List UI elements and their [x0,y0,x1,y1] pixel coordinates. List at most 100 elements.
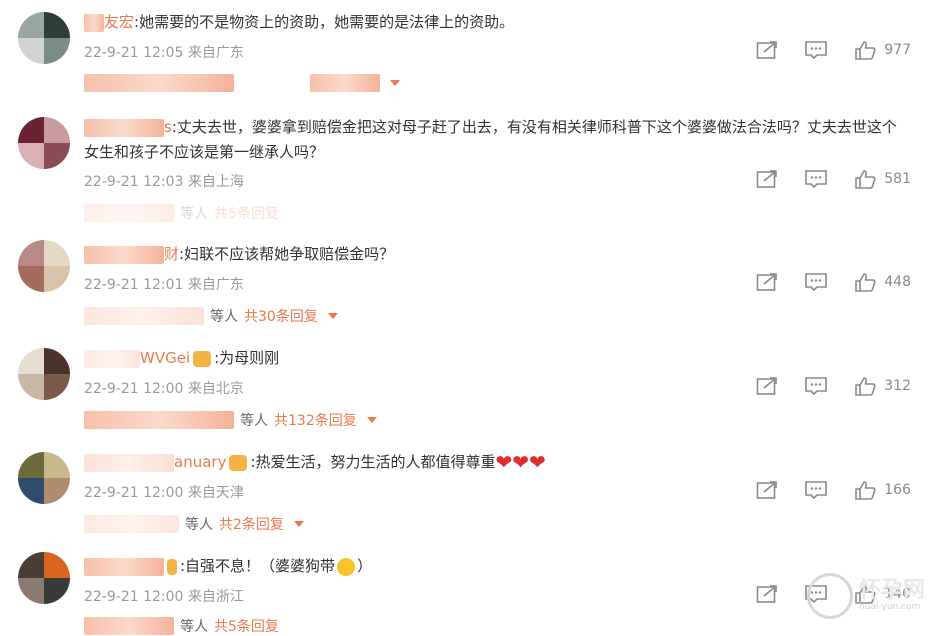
comment-icon [805,377,828,396]
like-button[interactable]: 977 [854,40,911,60]
smiley-emoji-icon [337,557,356,576]
thumbs-up-icon [855,170,876,189]
share-button[interactable] [756,480,778,500]
share-button[interactable] [756,40,778,60]
avatar-pixel [44,266,70,292]
avatar[interactable] [18,552,70,604]
username[interactable]: anuary [174,453,226,471]
username[interactable]: 财 [164,245,179,263]
thumbs-up-icon [855,377,876,396]
location: 来自北京 [187,381,244,397]
action-bar: 448 [756,272,911,292]
share-icon [756,170,778,188]
share-icon [756,273,778,291]
comment-body: :自强不息！（婆婆狗带 [180,557,336,575]
username[interactable]: WVGei [140,349,190,367]
comment-button[interactable] [804,272,828,292]
comment-icon [805,273,828,292]
share-icon [756,481,778,499]
comment-meta: 22-9-21 12:00 来自浙江 [84,586,244,606]
like-button[interactable]: 312 [854,376,911,396]
share-icon [756,41,778,59]
watermark-logo-icon [806,573,853,619]
chevron-down-icon[interactable] [293,521,304,527]
location: 来自广东 [187,277,244,293]
watermark: 怀孕网 huai-yun.com [806,573,925,619]
comment-meta: 22-9-21 12:00 来自北京 [84,378,244,398]
share-button[interactable] [756,272,778,292]
reply-summary: 等人 共2条回复 [84,514,304,534]
timestamp: 22-9-21 12:01 [84,277,184,293]
reply-summary: 等人 共5条回复 [84,616,279,636]
avatar-pixel [18,143,44,169]
reply-summary [84,74,400,92]
action-bar: 581 [756,169,911,189]
comment-button[interactable] [804,169,828,189]
timestamp: 22-9-21 12:00 [84,589,184,605]
avatar-pixel [44,552,70,578]
comment-text: s:丈夫去世，婆婆拿到赔偿金把这对母子赶了出去，有没有相关律师科普下这个婆婆做法… [84,115,907,165]
reply-users-suffix: 等人 [180,206,208,222]
reply-count-link[interactable]: 共2条回复 [219,514,284,534]
like-button[interactable]: 166 [854,480,911,500]
reply-count-link[interactable]: 共30条回复 [244,306,318,326]
reply-summary: 等人 共5条回复 [84,203,279,223]
username[interactable]: s [164,118,172,136]
reply-users-suffix: 等人 [185,517,213,533]
share-icon [756,377,778,395]
timestamp: 22-9-21 12:00 [84,381,184,397]
share-button[interactable] [756,376,778,396]
avatar-pixel [44,143,70,169]
location: 来自上海 [187,174,244,190]
watermark-text-group: 怀孕网 huai-yun.com [859,580,925,613]
avatar-pixel [44,478,70,504]
heart-icon: ❤❤❤ [495,450,546,474]
comment-icon [805,481,828,500]
reply-count-link[interactable]: 共5条回复 [214,616,279,636]
chevron-down-icon[interactable] [327,313,338,319]
like-button[interactable]: 581 [854,169,911,189]
avatar-pixel [44,452,70,478]
comment-icon [805,170,828,189]
comment-meta: 22-9-21 12:00 来自天津 [84,482,244,502]
avatar-pixel [18,452,44,478]
thumbs-up-icon [855,481,876,500]
location: 来自浙江 [187,589,244,605]
comment-button[interactable] [804,480,828,500]
avatar-pixel [18,374,44,400]
reply-count-link[interactable]: 共132条回复 [274,410,357,430]
avatar[interactable] [18,452,70,504]
like-button[interactable]: 448 [854,272,911,292]
username[interactable]: 友宏 [104,13,134,31]
share-button[interactable] [756,169,778,189]
comment-meta: 22-9-21 12:01 来自广东 [84,274,244,294]
comment-text: 友宏:她需要的不是物资上的资助，她需要的是法律上的资助。 [84,10,907,35]
comment-body: :她需要的不是物资上的资助，她需要的是法律上的资助。 [134,13,515,31]
timestamp: 22-9-21 12:03 [84,174,184,190]
chevron-down-icon[interactable] [366,417,377,423]
avatar-pixel [18,38,44,64]
share-button[interactable] [756,584,778,604]
action-bar: 977 [756,40,911,60]
avatar[interactable] [18,117,70,169]
avatar-pixel [18,578,44,604]
avatar[interactable] [18,240,70,292]
avatar-pixel [44,117,70,143]
comment-text: :自强不息！（婆婆狗带 ） [84,554,907,579]
comment-button[interactable] [804,40,828,60]
reply-users-suffix: 等人 [180,619,208,635]
timestamp: 22-9-21 12:00 [84,485,184,501]
avatar[interactable] [18,12,70,64]
crown-badge-icon [193,350,212,367]
chevron-down-icon[interactable] [390,80,400,86]
reply-users-suffix: 等人 [240,413,268,429]
avatar[interactable] [18,348,70,400]
comment-meta: 22-9-21 12:05 来自广东 [84,42,244,62]
action-bar: 166 [756,480,911,500]
like-count: 977 [884,42,911,58]
reply-summary: 等人 共132条回复 [84,410,377,430]
timestamp: 22-9-21 12:05 [84,45,184,61]
reply-count-link[interactable]: 共5条回复 [214,203,279,223]
comment-button[interactable] [804,376,828,396]
avatar-pixel [44,240,70,266]
